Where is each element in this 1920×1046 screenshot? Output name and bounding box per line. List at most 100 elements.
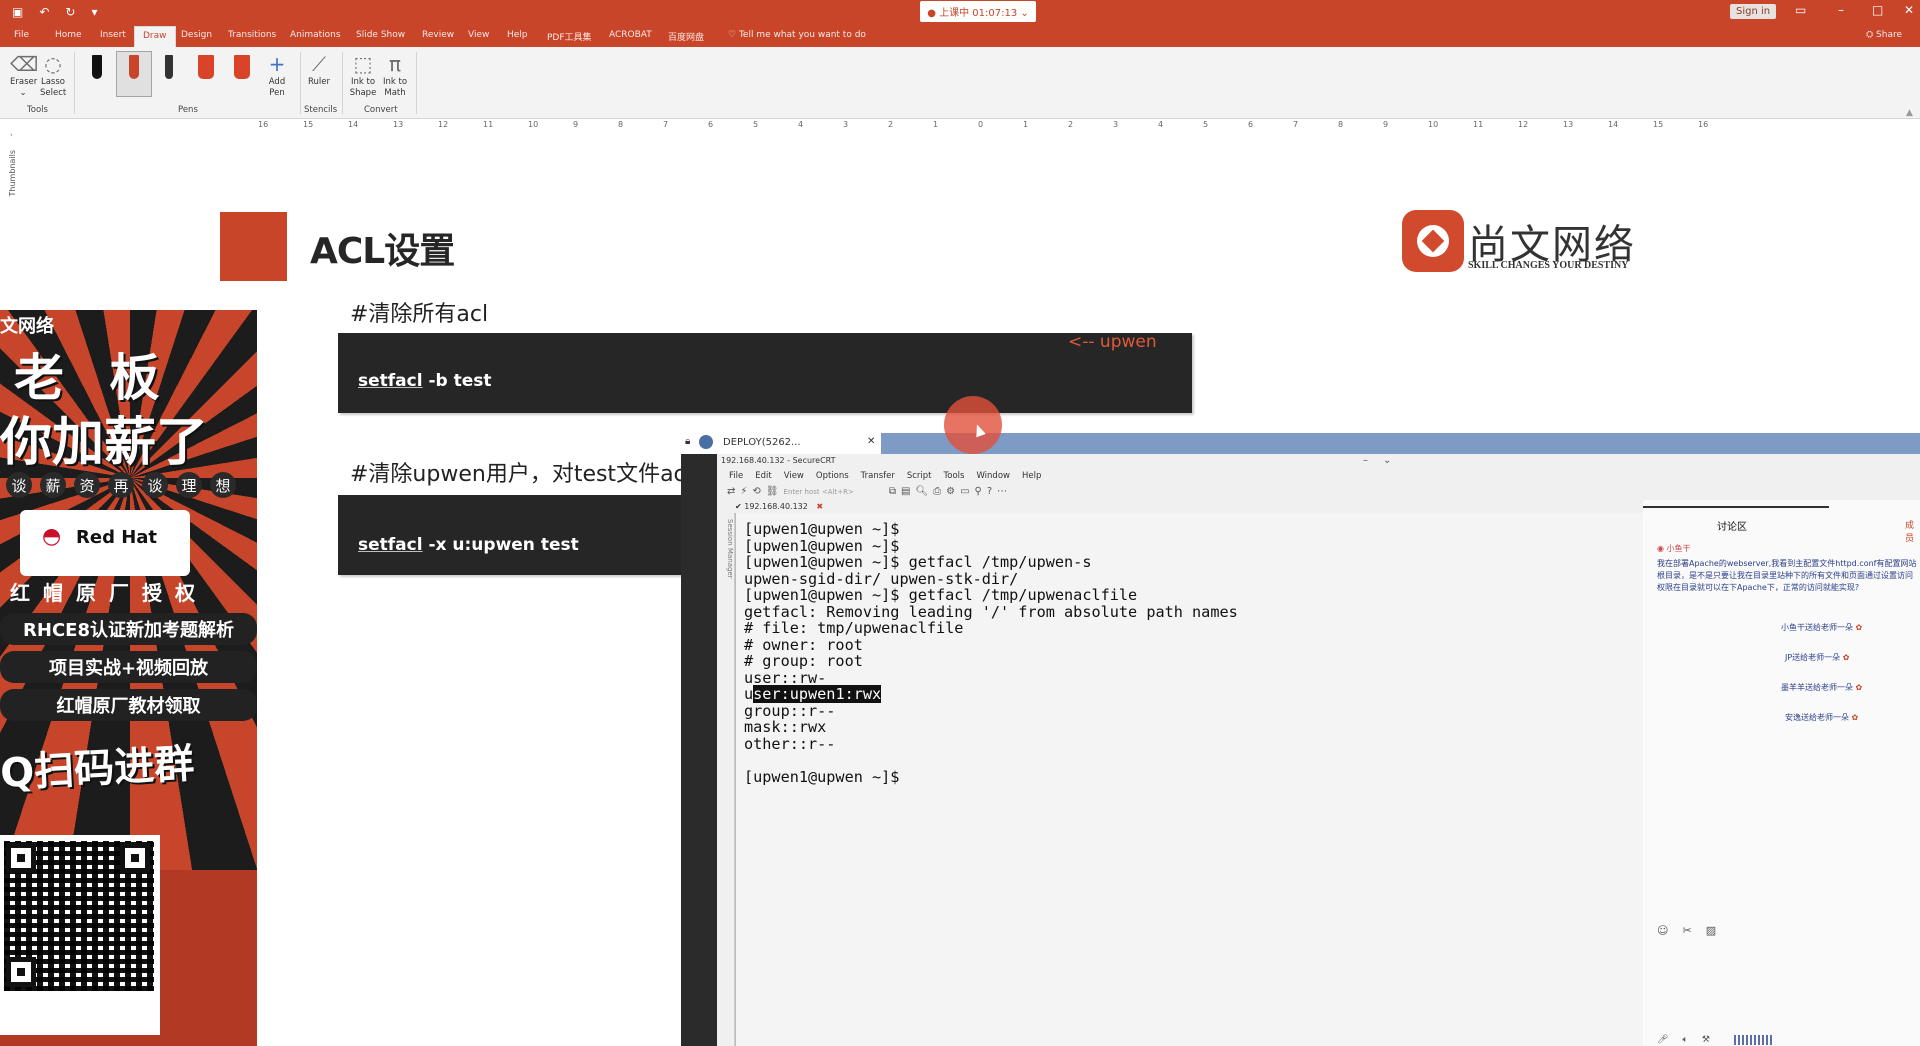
crt-menu-chevron-icon[interactable]: ⌄ <box>1383 455 1391 466</box>
terminal-line: # owner: root <box>744 635 863 654</box>
tab-pdf-tools[interactable]: PDF工具集 <box>547 30 592 43</box>
menu-help[interactable]: Help <box>1022 471 1041 481</box>
pen-black-icon[interactable] <box>92 55 102 79</box>
undo-icon[interactable]: ↶ <box>39 5 49 19</box>
ruler-tick-label: 15 <box>303 120 314 129</box>
comment-clear-user[interactable]: #清除upwen用户，对test文件acl <box>350 456 692 488</box>
chat-user-name: 小鱼干 <box>1666 544 1691 553</box>
tab-insert[interactable]: Insert <box>100 30 126 40</box>
tab-review[interactable]: Review <box>422 30 454 40</box>
ad-banner[interactable]: 文网络 老 板 你加薪了 谈 薪 资 再 谈 理 想 ◓ Red Hat 红 帽… <box>0 310 257 1046</box>
terminal-line: other::r-- <box>744 734 836 753</box>
scroll-up-icon[interactable]: ▲ <box>1906 108 1913 118</box>
session-tab[interactable]: ✔ 192.168.40.132 ✖ <box>735 502 823 511</box>
avatar: ◉ <box>1657 544 1667 553</box>
menu-edit[interactable]: Edit <box>755 471 771 481</box>
keymap-icon[interactable]: ⚲ <box>975 486 982 497</box>
host-input[interactable]: Enter host <Alt+R> <box>784 486 854 497</box>
more-icon[interactable]: ⋯ <box>997 486 1007 497</box>
pencil-icon[interactable] <box>165 55 173 79</box>
ad-qq-group: Q扫码进群 <box>0 740 196 798</box>
slide-title[interactable]: ACL设置 <box>310 222 455 274</box>
ink-to-shape-button[interactable]: ⬚ Ink to Shape <box>348 51 378 99</box>
close-icon[interactable]: ✕ <box>1904 3 1914 17</box>
add-pen-button[interactable]: + Add Pen <box>264 51 290 99</box>
find-icon[interactable]: 🔍︎ <box>915 486 928 497</box>
crt-tab-close-icon[interactable]: ✕ <box>867 436 875 447</box>
tools-icon[interactable]: ⚒ <box>1702 1035 1710 1045</box>
comment-clear-all[interactable]: #清除所有acl <box>350 296 488 328</box>
redhat-hat-icon: ◓ <box>42 524 62 549</box>
menu-file[interactable]: File <box>729 471 743 481</box>
tab-help[interactable]: Help <box>507 30 528 40</box>
connect-icon[interactable]: ⇄ <box>727 486 735 497</box>
tab-acrobat[interactable]: ACROBAT <box>609 30 652 40</box>
quick-connect-icon[interactable]: ⚡ <box>740 486 747 497</box>
menu-window[interactable]: Window <box>976 471 1010 481</box>
terminal-output[interactable]: [upwen1@upwen ~]$ [upwen1@upwen ~]$ [upwen… <box>744 521 1795 785</box>
redo-icon[interactable]: ↻ <box>65 5 75 19</box>
code-block-2[interactable]: setfacl -x u:upwen test <box>338 495 688 575</box>
tab-home[interactable]: Home <box>55 30 82 40</box>
session-manager-bar[interactable]: Session Manager <box>719 513 735 1046</box>
terminal-selection[interactable]: ser:upwen1:rwx <box>753 685 882 703</box>
print-icon[interactable]: ⎙ <box>933 486 941 497</box>
recording-indicator[interactable]: ● 上课中 01:07:13 ⌄ <box>920 1 1036 22</box>
members-tab[interactable]: 成员 <box>1905 518 1920 544</box>
emoji-icon[interactable]: ☺ <box>1657 924 1668 937</box>
session-close-icon[interactable]: ✖ <box>816 502 823 511</box>
expand-thumbnails-icon[interactable]: › <box>10 131 13 139</box>
save-icon[interactable]: ▣ <box>12 5 23 19</box>
ribbon-display-icon[interactable]: ▭ <box>1795 3 1806 17</box>
maximize-icon[interactable]: □ <box>1872 3 1883 17</box>
highlighter-red-icon[interactable] <box>198 55 214 79</box>
speaker-icon[interactable]: 🔈︎ <box>1682 1035 1687 1045</box>
menu-transfer[interactable]: Transfer <box>861 471 895 481</box>
terminal[interactable]: [upwen1@upwen ~]$ [upwen1@upwen ~]$ [upwen… <box>735 513 1795 1046</box>
lasso-select-button[interactable]: ◌ Lasso Select <box>40 51 66 99</box>
menu-options[interactable]: Options <box>816 471 849 481</box>
code-block-1[interactable]: setfacl -b test <box>338 333 1192 413</box>
minimize-icon[interactable]: – <box>1838 3 1844 17</box>
highlighter-red-2-icon[interactable] <box>234 55 250 79</box>
paste-icon[interactable]: ▤ <box>901 486 910 497</box>
tab-draw[interactable]: Draw <box>134 26 176 47</box>
scissors-icon[interactable]: ✂ <box>1682 924 1691 937</box>
copy-icon[interactable]: ⧉ <box>889 486 896 497</box>
customize-qat-icon[interactable]: ▾ <box>91 5 97 19</box>
flower-icon: ✿ <box>1853 683 1863 692</box>
image-icon[interactable]: ▨ <box>1706 924 1716 937</box>
crt-tab-deploy[interactable]: 🔒︎ DEPLOY(5262... ✕ <box>681 433 881 454</box>
tab-view[interactable]: View <box>468 30 489 40</box>
qr-code[interactable] <box>0 835 160 1035</box>
ruler-button[interactable]: ⟋ Ruler <box>306 51 332 88</box>
tab-transitions[interactable]: Transitions <box>228 30 276 40</box>
tab-design[interactable]: Design <box>181 30 212 40</box>
tab-slide-show[interactable]: Slide Show <box>356 30 405 40</box>
ink-to-math-button[interactable]: π Ink to Math <box>380 51 410 99</box>
tab-animations[interactable]: Animations <box>290 30 341 40</box>
ad-char: 厂 <box>109 580 129 605</box>
discussion-title[interactable]: 讨论区 <box>1717 518 1747 533</box>
redhat-label: Red Hat <box>76 527 158 548</box>
crt-minimize-icon[interactable]: – <box>1363 455 1368 466</box>
eraser-button[interactable]: ⌫ Eraser ⌄ <box>10 51 38 99</box>
thumbnails-label[interactable]: Thumbnails <box>8 150 17 196</box>
mic-icon[interactable]: 🎤︎ <box>1657 1035 1668 1045</box>
help-icon[interactable]: ? <box>987 486 992 497</box>
menu-view[interactable]: View <box>784 471 804 481</box>
sign-in-button[interactable]: Sign in <box>1730 4 1777 19</box>
tell-me-search[interactable]: ♡ Tell me what you want to do <box>728 30 866 40</box>
menu-tools[interactable]: Tools <box>944 471 965 481</box>
tab-baidu-netdisk[interactable]: 百度网盘 <box>668 30 704 43</box>
share-button[interactable]: ⛭ Share <box>1866 30 1902 40</box>
pen-red-selected-icon[interactable] <box>129 55 139 79</box>
sftp-icon[interactable]: ▭ <box>960 486 969 497</box>
ruler-tick-label: 7 <box>663 120 669 129</box>
tab-file[interactable]: File <box>14 30 29 40</box>
settings-icon[interactable]: ⚙ <box>946 486 955 497</box>
menu-script[interactable]: Script <box>907 471 932 481</box>
reconnect-icon[interactable]: ⟲ <box>752 486 760 497</box>
avatar <box>699 435 713 449</box>
disconnect-icon[interactable]: ⛓ <box>766 486 779 497</box>
